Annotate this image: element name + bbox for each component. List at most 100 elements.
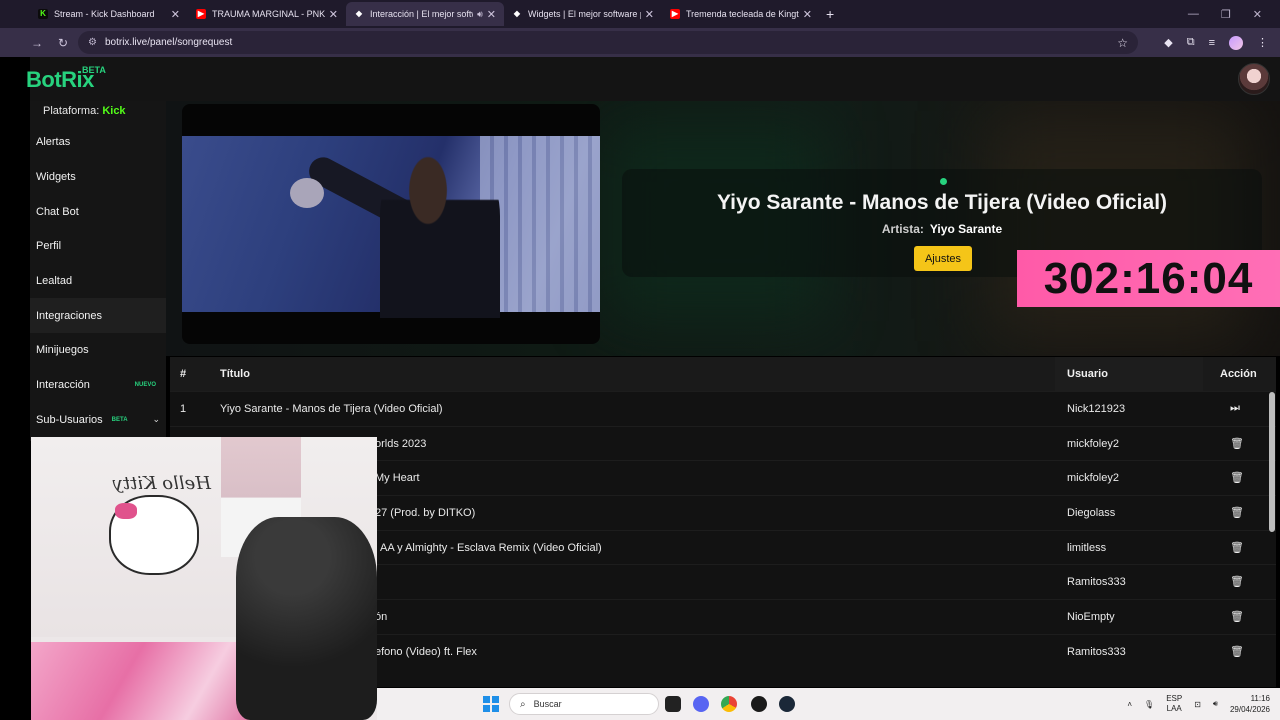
botrix-favicon-icon: ◆ xyxy=(513,9,521,18)
network-icon[interactable]: ⊡ xyxy=(1194,700,1201,709)
sidebar-item-label: Lealtad xyxy=(36,275,73,288)
artist-label: Artista: xyxy=(881,222,924,236)
browser-tab-bar: K Stream - Kick Dashboard ✕ ▶ TRAUMA MAR… xyxy=(0,0,1280,28)
row-title: 27 (Prod. by DITKO) xyxy=(375,507,476,520)
settings-button[interactable]: Ajustes xyxy=(914,246,972,271)
column-header-title: Título xyxy=(220,368,250,380)
chevron-up-icon[interactable]: ˄ xyxy=(1127,700,1132,709)
system-tray: ˄ 🎙︎ ESP LAA ⊡ 🔊︎ 11:16 29/04/2026 xyxy=(1127,688,1270,720)
close-window-icon[interactable]: ✕ xyxy=(1253,8,1262,21)
sidebar-item-label: Perfil xyxy=(36,240,62,253)
trash-icon[interactable]: 🗑︎ xyxy=(1230,471,1244,484)
puzzle-icon[interactable]: ⧉ xyxy=(1187,36,1195,49)
now-playing-section: Yiyo Sarante - Manos de Tijera (Video Of… xyxy=(166,101,1280,356)
trash-icon[interactable]: 🗑︎ xyxy=(1230,541,1244,554)
browser-tab[interactable]: K Stream - Kick Dashboard ✕ xyxy=(30,2,188,26)
language-indicator[interactable]: ESP LAA xyxy=(1166,694,1182,714)
stream-timer-overlay: 302:16:04 xyxy=(1017,250,1280,307)
artist-line: Artista: Yiyo Sarante xyxy=(622,222,1262,236)
trash-icon[interactable]: 🗑︎ xyxy=(1230,610,1244,623)
trash-icon[interactable]: 🗑︎ xyxy=(1230,575,1244,588)
reload-icon[interactable]: ↻ xyxy=(56,36,70,50)
chevron-down-icon[interactable]: ⌄ xyxy=(152,414,160,425)
new-tab-icon[interactable]: + xyxy=(826,6,834,22)
restore-icon[interactable]: ❐ xyxy=(1221,8,1231,21)
video-frame xyxy=(182,136,600,318)
platform-indicator: Plataforma: Kick xyxy=(43,105,126,117)
volume-icon[interactable]: 🔊︎ xyxy=(1213,699,1218,709)
platform-label: Plataforma: xyxy=(43,105,100,117)
new-badge: NUEVO xyxy=(134,382,156,389)
system-clock[interactable]: 11:16 29/04/2026 xyxy=(1230,693,1270,715)
table-scrollbar[interactable] xyxy=(1269,392,1275,532)
trash-icon[interactable]: 🗑︎ xyxy=(1230,645,1244,658)
sidebar-item-label: Widgets xyxy=(36,171,76,184)
bookmark-star-icon[interactable]: ☆ xyxy=(1117,36,1128,50)
row-title: My Heart xyxy=(375,472,420,485)
task-view-icon[interactable] xyxy=(665,696,681,712)
close-tab-icon[interactable]: ✕ xyxy=(487,8,496,21)
youtube-favicon-icon: ▶ xyxy=(670,9,680,19)
speaker-icon[interactable]: 🔊︎ xyxy=(477,9,483,20)
browser-tab-active[interactable]: ◆ Interacción | El mejor softw 🔊︎ ✕ xyxy=(346,2,504,26)
discord-icon[interactable] xyxy=(693,696,709,712)
lang-bottom: LAA xyxy=(1166,704,1182,713)
browser-tab[interactable]: ▶ TRAUMA MARGINAL - PNKZ 🔥 ✕ xyxy=(188,2,346,26)
sidebar-item-widgets[interactable]: Widgets xyxy=(30,160,166,195)
menu-dots-icon[interactable]: ⋮ xyxy=(1257,36,1268,49)
sidebar-menu: Alertas Widgets Chat Bot Perfil Lealtad … xyxy=(30,125,166,437)
close-tab-icon[interactable]: ✕ xyxy=(329,8,338,21)
sidebar-item-interaccion[interactable]: Interacción NUEVO xyxy=(30,368,166,403)
media-control-icon[interactable]: ≡ xyxy=(1209,37,1215,49)
taskbar-search[interactable]: ⌕ Buscar xyxy=(509,693,659,715)
skip-icon[interactable]: ⏭ xyxy=(1230,402,1240,415)
address-bar-row: → ↻ ⚙ botrix.live/panel/songrequest ☆ ◆ … xyxy=(0,28,1280,57)
playing-indicator-dot xyxy=(940,178,947,185)
sidebar-item-chat-bot[interactable]: Chat Bot xyxy=(30,194,166,229)
sidebar-item-lealtad[interactable]: Lealtad xyxy=(30,264,166,299)
video-player[interactable] xyxy=(182,104,600,344)
url-input[interactable]: ⚙ botrix.live/panel/songrequest ☆ xyxy=(78,31,1138,54)
close-tab-icon[interactable]: ✕ xyxy=(171,8,180,21)
table-row: 1 Yiyo Sarante - Manos de Tijera (Video … xyxy=(170,391,1276,426)
hello-kitty-bow xyxy=(115,503,137,519)
search-placeholder: Buscar xyxy=(533,699,562,709)
row-user: Ramitos333 xyxy=(1067,576,1126,589)
browser-tab[interactable]: ◆ Widgets | El mejor software par ✕ xyxy=(504,2,662,26)
obs-icon[interactable] xyxy=(751,696,767,712)
sidebar-item-integraciones[interactable]: Integraciones xyxy=(30,298,166,334)
site-info-icon[interactable]: ⚙ xyxy=(88,37,97,48)
sidebar-item-minijuegos[interactable]: Minijuegos xyxy=(30,333,166,368)
minimize-icon[interactable]: — xyxy=(1188,8,1199,20)
forward-icon[interactable]: → xyxy=(30,36,44,50)
browser-tab[interactable]: ▶ Tremenda tecleada de Kingteka ✕ xyxy=(662,2,820,26)
youtube-favicon-icon: ▶ xyxy=(196,9,206,19)
video-figure xyxy=(380,148,500,318)
webcam-overlay: Hello Kitty xyxy=(31,437,377,720)
steam-icon[interactable] xyxy=(779,696,795,712)
windows-start-icon[interactable] xyxy=(483,696,499,712)
microphone-icon[interactable]: 🎙︎ xyxy=(1144,700,1154,709)
webcam-bed xyxy=(31,642,271,720)
sidebar-item-sub-usuarios[interactable]: Sub-Usuarios BETA ⌄ xyxy=(30,403,166,438)
row-number: 1 xyxy=(180,403,187,415)
sidebar-item-alertas[interactable]: Alertas xyxy=(30,125,166,160)
row-title: AA y Almighty - Esclava Remix (Video Ofi… xyxy=(380,541,602,554)
trash-icon[interactable]: 🗑︎ xyxy=(1230,437,1244,450)
close-tab-icon[interactable]: ✕ xyxy=(645,8,654,21)
windows-taskbar: ⌕ Buscar ˄ 🎙︎ ESP LAA ⊡ 🔊︎ 11:16 29/04/2… xyxy=(377,688,1280,720)
beta-badge: BETA xyxy=(111,416,128,423)
trash-icon[interactable]: 🗑︎ xyxy=(1230,506,1244,519)
user-avatar[interactable] xyxy=(1238,63,1270,95)
artist-name: Yiyo Sarante xyxy=(929,222,1003,236)
botrix-favicon-icon: ◆ xyxy=(355,9,363,18)
chrome-icon[interactable] xyxy=(721,696,737,712)
sidebar-item-perfil[interactable]: Perfil xyxy=(30,229,166,264)
extension-icons: ◆ ⧉ ≡ ⋮ xyxy=(1164,28,1268,57)
platform-value: Kick xyxy=(102,105,126,117)
close-tab-icon[interactable]: ✕ xyxy=(803,8,812,21)
profile-avatar[interactable] xyxy=(1229,35,1243,50)
lang-top: ESP xyxy=(1166,694,1183,703)
row-user: mickfoley2 xyxy=(1067,437,1119,450)
extension-icon[interactable]: ◆ xyxy=(1164,36,1172,49)
